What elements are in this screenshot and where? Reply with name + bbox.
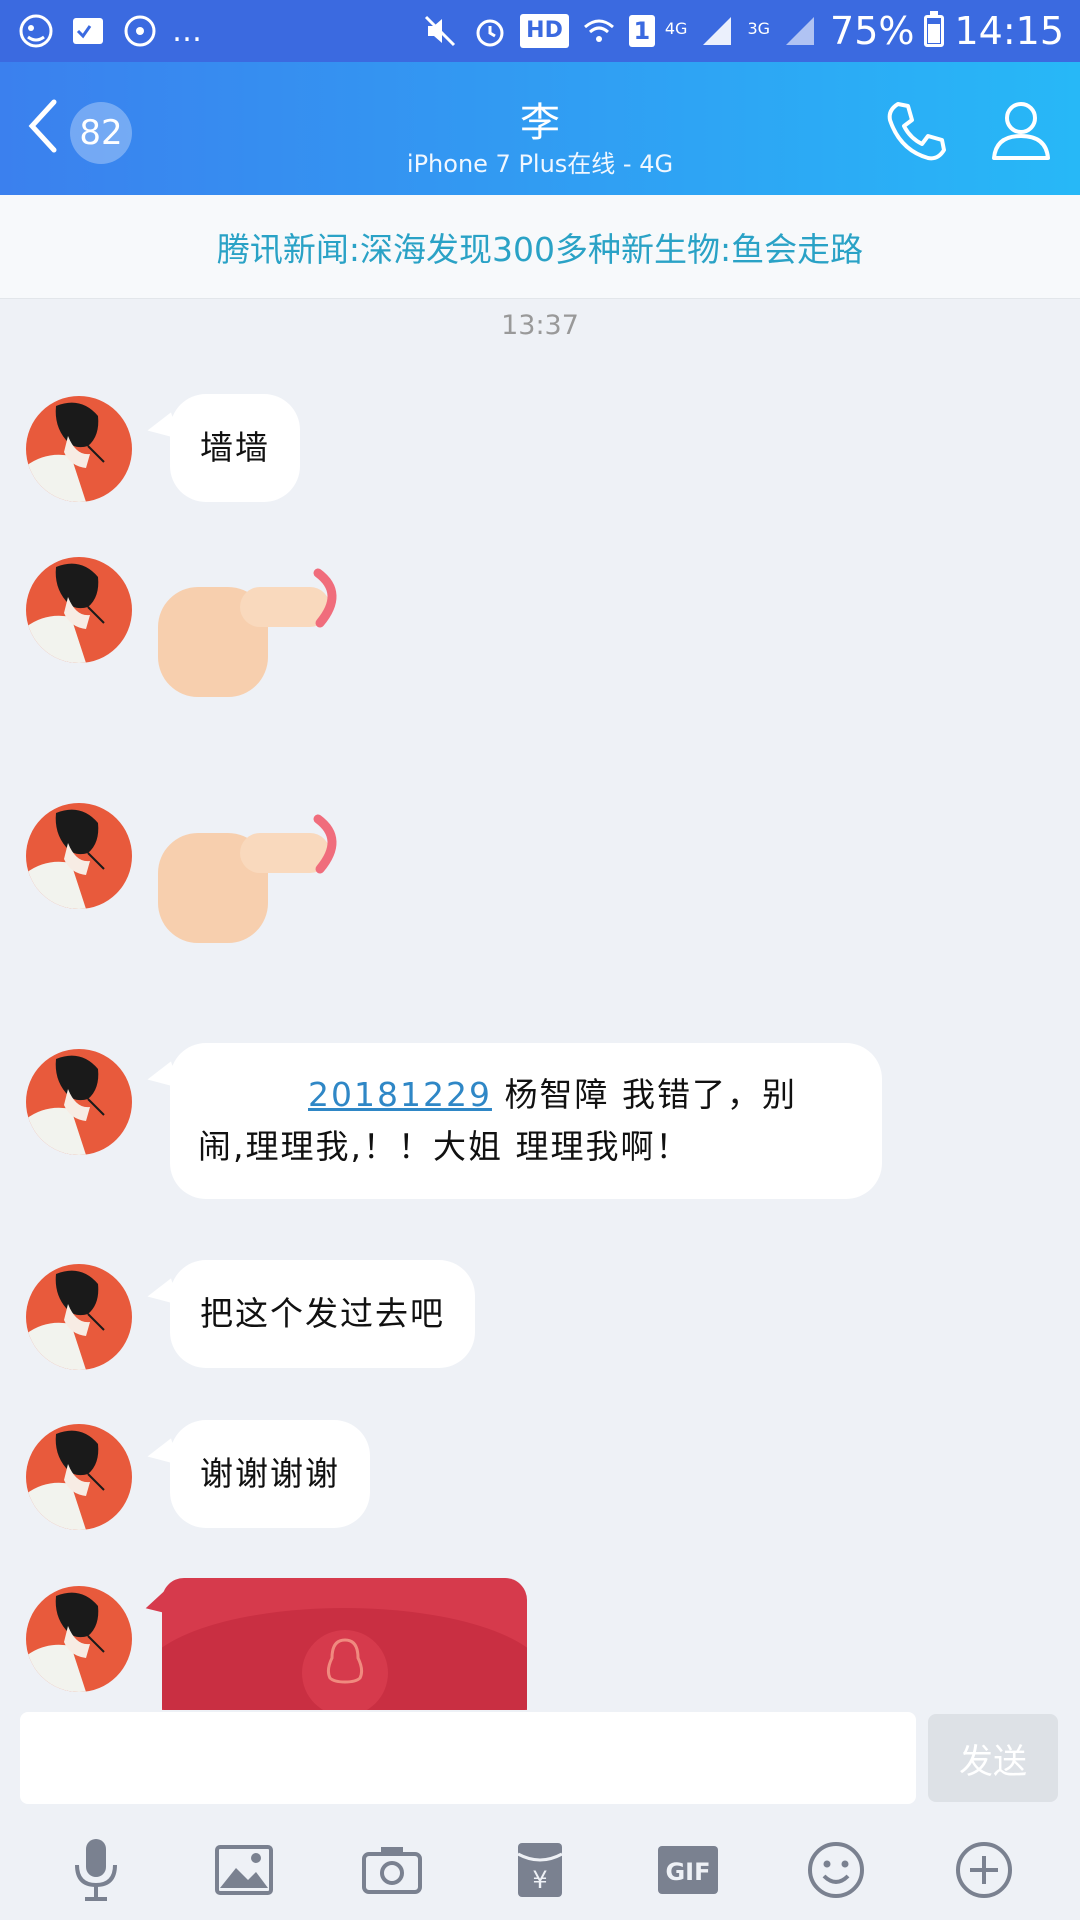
- pointing-finger-emoji[interactable]: [150, 565, 350, 705]
- message-line: 闹,理理我,！！大姐 理理我啊！: [198, 1121, 854, 1173]
- message-text: 杨智障 我错了，别: [491, 1075, 797, 1114]
- red-packet-icon[interactable]: ¥: [505, 1835, 575, 1905]
- network-type-secondary: 3G: [747, 19, 771, 38]
- emoji-icon[interactable]: [801, 1835, 871, 1905]
- contact-avatar[interactable]: [26, 1049, 132, 1155]
- contact-avatar[interactable]: [26, 1586, 132, 1692]
- signal-icon: [697, 11, 737, 51]
- image-icon[interactable]: [209, 1835, 279, 1905]
- app-notification-icon: [16, 11, 56, 51]
- battery-icon: [924, 11, 945, 47]
- date-link[interactable]: 20181229: [308, 1075, 492, 1114]
- profile-icon[interactable]: [986, 96, 1056, 166]
- battery-percent: 75%: [830, 9, 915, 53]
- penguin-icon: [302, 1630, 388, 1710]
- message-text: 谢谢谢谢: [200, 1454, 340, 1493]
- red-packet-message[interactable]: [162, 1578, 527, 1710]
- message-text: 墙墙: [200, 428, 270, 467]
- gif-label: GIF: [665, 1858, 710, 1886]
- mute-icon: [420, 11, 460, 51]
- checklist-notification-icon: [68, 11, 108, 51]
- pointing-finger-emoji[interactable]: [150, 811, 350, 951]
- message-bubble[interactable]: 把这个发过去吧: [170, 1260, 475, 1368]
- send-button[interactable]: 发送: [928, 1714, 1058, 1802]
- camera-icon[interactable]: [357, 1835, 427, 1905]
- mic-icon[interactable]: [61, 1835, 131, 1905]
- contact-avatar[interactable]: [26, 396, 132, 502]
- message-input[interactable]: [20, 1712, 916, 1804]
- message-line: 20181229 杨智障 我错了，别: [198, 1069, 854, 1121]
- svg-text:¥: ¥: [532, 1866, 547, 1894]
- contact-avatar[interactable]: [26, 1264, 132, 1370]
- message-bubble[interactable]: 谢谢谢谢: [170, 1420, 370, 1528]
- contact-avatar[interactable]: [26, 1424, 132, 1530]
- chat-toolbar: ¥ GIF: [0, 1820, 1080, 1920]
- message-timestamp: 13:37: [501, 310, 579, 341]
- status-bar: … HD 1 4G 3G 75% 14:15: [0, 0, 1080, 62]
- message-input-bar: 发送: [0, 1710, 1080, 1820]
- contact-avatar[interactable]: [26, 803, 132, 909]
- chat-header: 82 李 iPhone 7 Plus在线 - 4G: [0, 62, 1080, 195]
- message-bubble[interactable]: 20181229 杨智障 我错了，别 闹,理理我,！！大姐 理理我啊！: [170, 1043, 882, 1199]
- message-text: 把这个发过去吧: [200, 1294, 445, 1333]
- news-text[interactable]: 腾讯新闻:深海发现300多种新生物:鱼会走路: [217, 223, 863, 271]
- clock: 14:15: [954, 9, 1064, 53]
- sim-icon: 1: [628, 15, 655, 47]
- contact-avatar[interactable]: [26, 557, 132, 663]
- gif-icon[interactable]: GIF: [653, 1835, 723, 1905]
- wifi-icon: [579, 11, 619, 51]
- message-bubble[interactable]: 墙墙: [170, 394, 300, 502]
- signal-icon-secondary: [780, 11, 820, 51]
- more-notifications-icon: …: [172, 13, 202, 49]
- sync-notification-icon: [120, 11, 160, 51]
- hd-icon: HD: [520, 14, 569, 48]
- network-type: 4G: [664, 19, 688, 38]
- news-banner[interactable]: 腾讯新闻:深海发现300多种新生物:鱼会走路: [0, 195, 1080, 299]
- alarm-icon: [470, 11, 510, 51]
- phone-call-icon[interactable]: [880, 96, 950, 166]
- message-text: 闹,理理我,！！大姐 理理我啊！: [198, 1127, 691, 1166]
- plus-icon[interactable]: [949, 1835, 1019, 1905]
